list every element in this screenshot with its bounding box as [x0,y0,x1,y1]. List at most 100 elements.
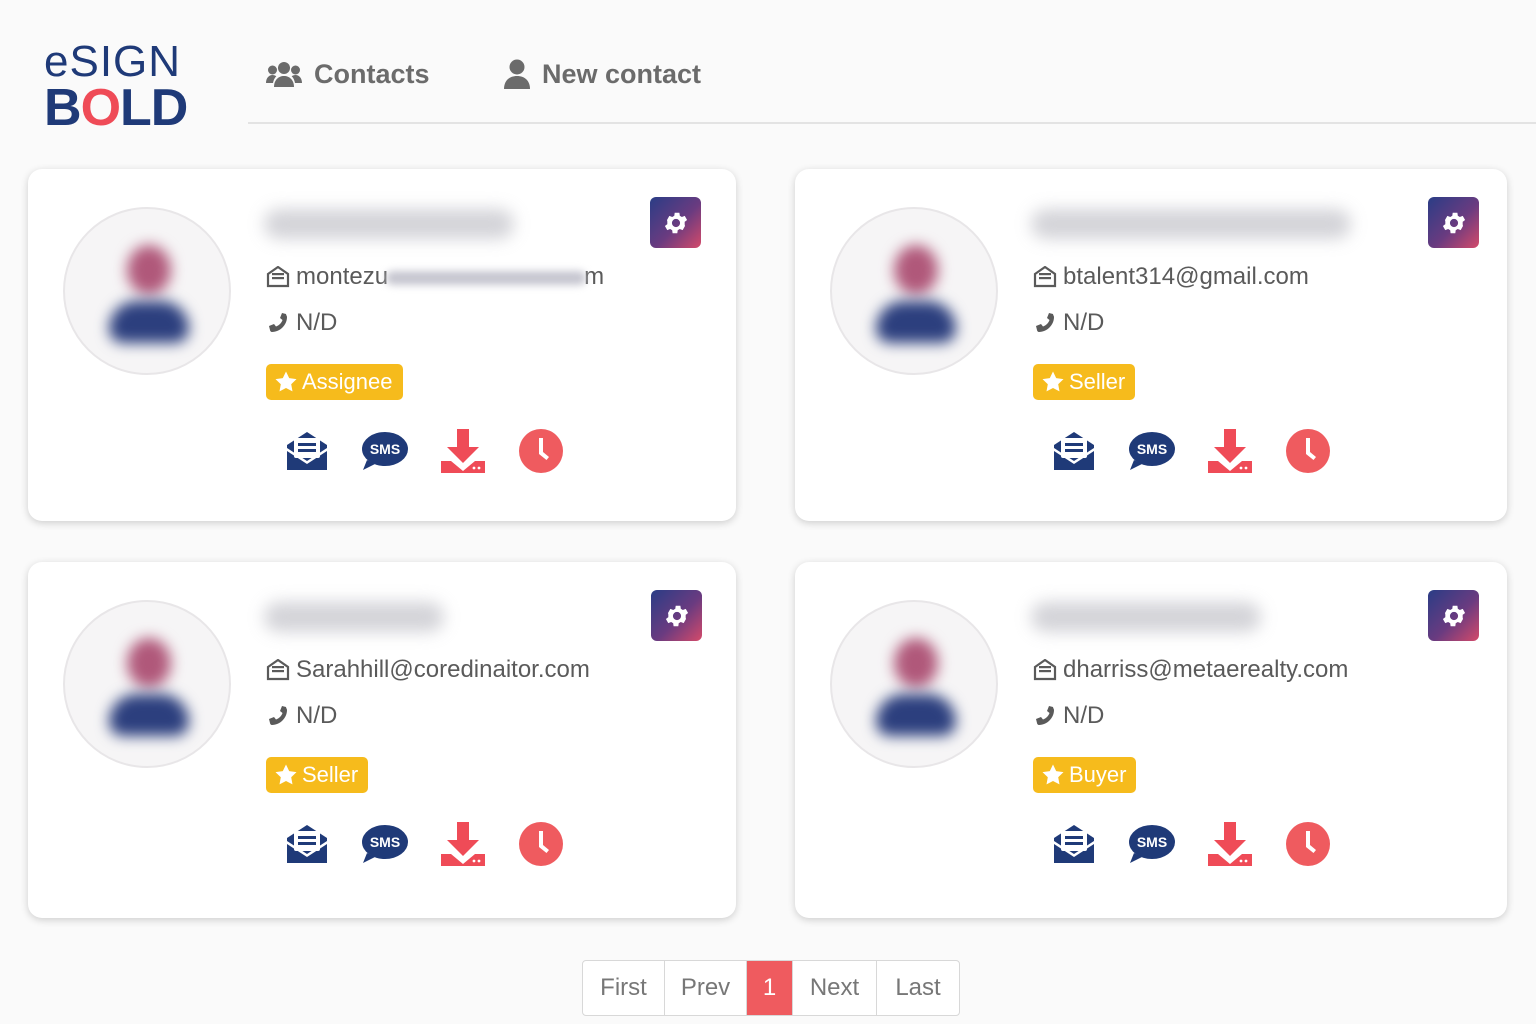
settings-button[interactable] [651,590,702,641]
contact-actions: SMS [283,427,565,475]
email-redacted [386,270,587,285]
settings-button[interactable] [1428,197,1479,248]
settings-button[interactable] [650,197,701,248]
nav-contacts-label: Contacts [314,58,430,89]
email-icon [1054,432,1094,470]
avatar [63,600,231,768]
email-icon [287,432,327,470]
send-sms-button[interactable]: SMS [1128,820,1176,868]
contact-email-row: Sarahhill@coredinaitor.com [266,656,590,684]
download-icon [441,822,485,866]
send-email-button[interactable] [1050,427,1098,475]
star-icon [275,371,297,392]
role-badge: Seller [1033,364,1136,400]
download-icon [1208,822,1252,866]
contact-email-row: btalent314@gmail.com [1033,263,1309,291]
send-email-button[interactable] [283,820,331,868]
contact-email: btalent314@gmail.com [1063,263,1309,290]
nav-new-contact-label: New contact [542,58,702,89]
history-button[interactable] [1284,820,1332,868]
avatar [830,207,998,375]
star-icon [1042,371,1064,392]
clock-icon [1286,822,1330,866]
contact-phone-row: N/D [266,309,337,337]
email-icon [287,825,327,863]
envelope-icon [266,266,290,288]
download-button[interactable] [439,820,487,868]
star-icon [1042,764,1064,785]
contact-phone: N/D [1063,309,1105,336]
send-email-button[interactable] [1050,820,1098,868]
sms-icon: SMS [1129,432,1175,470]
clock-icon [1286,429,1330,473]
avatar [830,600,998,768]
logo-line2: BOLD [44,79,188,137]
pagination: First Prev 1 Next Last [582,960,960,1016]
contact-name-redacted [1031,209,1351,239]
gear-icon [1442,605,1465,626]
user-icon [504,59,530,89]
history-button[interactable] [1284,427,1332,475]
role-label: Buyer [1069,762,1127,787]
send-sms-button[interactable]: SMS [361,427,409,475]
phone-icon [269,313,287,332]
download-button[interactable] [439,427,487,475]
role-badge: Assignee [266,364,403,400]
avatar [63,207,231,375]
svg-text:SMS: SMS [1137,834,1167,850]
send-email-button[interactable] [283,427,331,475]
envelope-icon [1033,659,1057,681]
download-button[interactable] [1206,427,1254,475]
contact-phone-row: N/D [266,702,337,730]
history-button[interactable] [517,820,565,868]
contact-name-redacted [1031,602,1261,632]
page-first-button[interactable]: First [583,961,665,1015]
contact-card: Sarahhill@coredinaitor.com N/D Seller SM… [28,562,736,918]
envelope-icon [1033,266,1057,288]
gear-icon [1442,212,1465,233]
gear-icon [665,605,688,626]
clock-icon [519,822,563,866]
download-icon [1208,429,1252,473]
contact-actions: SMS [283,820,565,868]
svg-text:SMS: SMS [370,441,400,457]
svg-text:SMS: SMS [1137,441,1167,457]
sms-icon: SMS [362,825,408,863]
send-sms-button[interactable]: SMS [361,820,409,868]
clock-icon [519,429,563,473]
users-icon [266,62,302,87]
logo-line1: eSIGN [44,37,182,86]
contact-card: montezu m N/D Assignee SMS [28,169,736,521]
nav-new-contact[interactable]: New contact [504,52,701,96]
contact-card: dharriss@metaerealty.com N/D Buyer SMS [795,562,1507,918]
contact-phone: N/D [1063,702,1105,729]
page-next-button[interactable]: Next [793,961,877,1015]
gear-icon [664,212,687,233]
page-prev-button[interactable]: Prev [665,961,747,1015]
contact-email: montezu m [296,263,605,290]
phone-icon [1036,706,1054,725]
contact-phone: N/D [296,309,338,336]
role-badge: Buyer [1033,757,1137,793]
send-sms-button[interactable]: SMS [1128,427,1176,475]
svg-text:SMS: SMS [370,834,400,850]
top-nav: Contacts New contact [248,0,1536,124]
role-badge: Seller [266,757,369,793]
settings-button[interactable] [1428,590,1479,641]
page-current-button[interactable]: 1 [747,961,793,1015]
envelope-icon [266,659,290,681]
contact-email-row: montezu m [266,263,604,291]
email-icon [1054,825,1094,863]
page-last-button[interactable]: Last [877,961,959,1015]
role-label: Seller [302,762,359,787]
contact-email: Sarahhill@coredinaitor.com [296,656,590,683]
history-button[interactable] [517,427,565,475]
contact-phone-row: N/D [1033,702,1104,730]
contact-name-redacted [264,602,444,632]
star-icon [275,764,297,785]
contact-email-row: dharriss@metaerealty.com [1033,656,1348,684]
nav-contacts[interactable]: Contacts [266,52,430,96]
contact-actions: SMS [1050,427,1332,475]
contact-phone-row: N/D [1033,309,1104,337]
download-button[interactable] [1206,820,1254,868]
